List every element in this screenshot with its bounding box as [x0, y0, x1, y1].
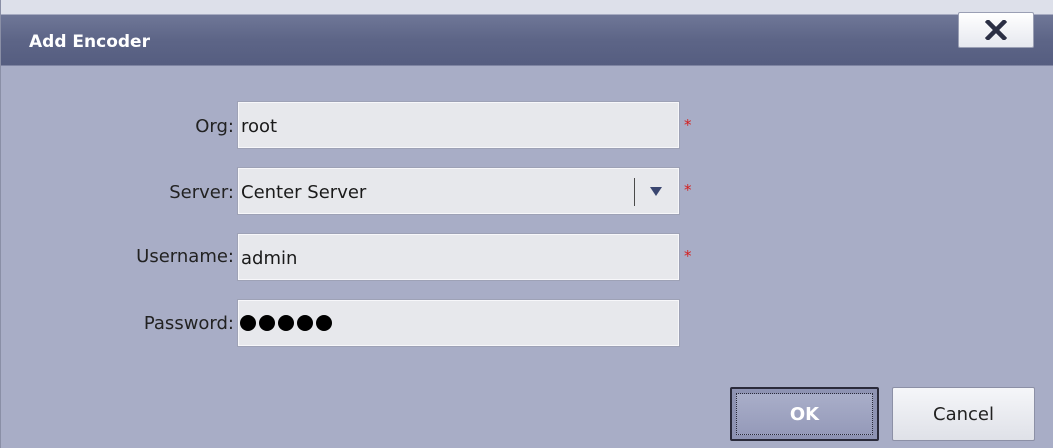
password-dot: [316, 315, 332, 331]
password-dot: [240, 315, 256, 331]
username-required-mark: *: [684, 247, 692, 265]
org-required-mark: *: [684, 116, 692, 134]
ok-label: OK: [789, 403, 820, 425]
password-dot: [297, 315, 313, 331]
dialog-title: Add Encoder: [29, 32, 150, 52]
close-button[interactable]: [958, 12, 1034, 48]
dropdown-arrow-icon[interactable]: [650, 187, 662, 196]
add-encoder-dialog: Add Encoder Org: root * Server: Center S…: [0, 0, 1053, 448]
dialog-titlebar: Add Encoder: [1, 0, 1053, 66]
org-label: Org:: [195, 116, 234, 137]
password-label: Password:: [143, 313, 234, 334]
server-label: Server:: [169, 182, 234, 203]
username-label: Username:: [136, 246, 234, 267]
password-dot: [278, 315, 294, 331]
server-value: Center Server: [241, 182, 367, 203]
username-field[interactable]: admin: [237, 233, 680, 281]
username-value: admin: [241, 248, 298, 269]
org-value: root: [241, 116, 278, 137]
org-field[interactable]: root: [237, 101, 680, 149]
cancel-label: Cancel: [933, 403, 994, 425]
select-divider: [634, 178, 635, 206]
password-field[interactable]: [237, 299, 680, 347]
password-mask: [240, 315, 332, 331]
close-icon: [985, 20, 1007, 40]
ok-button[interactable]: OK: [730, 387, 879, 441]
server-select[interactable]: Center Server: [237, 167, 680, 215]
cancel-button[interactable]: Cancel: [892, 387, 1035, 441]
password-dot: [259, 315, 275, 331]
server-required-mark: *: [684, 181, 692, 199]
